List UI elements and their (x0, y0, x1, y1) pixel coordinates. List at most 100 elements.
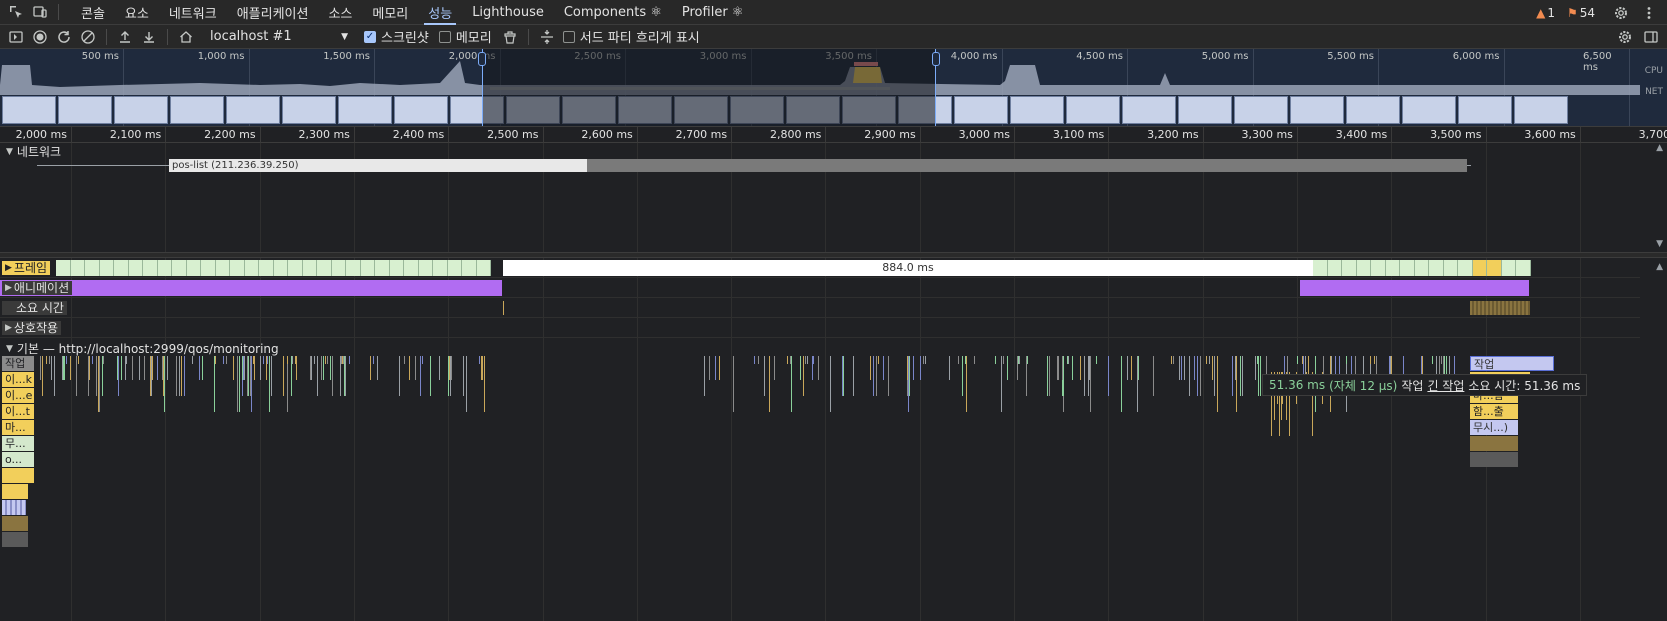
flame-task-sliver[interactable] (63, 356, 65, 380)
flame-task-sliver[interactable] (238, 356, 240, 412)
flame-task-sliver[interactable] (803, 356, 805, 396)
flame-task-sliver[interactable] (1199, 356, 1201, 396)
frame-cell[interactable] (259, 260, 274, 276)
flame-task-sliver[interactable] (757, 356, 759, 364)
flame-task-sliver[interactable] (398, 356, 400, 396)
screenshot-thumbnail[interactable] (1346, 96, 1400, 124)
flame-task-sliver[interactable] (791, 356, 793, 364)
flame-task-sliver[interactable] (1006, 356, 1008, 380)
flame-event[interactable]: 이...e (2, 388, 34, 403)
flame-task-sliver[interactable] (323, 356, 324, 380)
flame-task-sliver[interactable] (1173, 356, 1174, 364)
frame-cell[interactable] (389, 260, 404, 276)
flame-task-sliver[interactable] (804, 356, 806, 364)
flame-task-sliver[interactable] (247, 356, 248, 396)
tab-memory[interactable]: 메모리 (362, 0, 418, 25)
flame-task-sliver[interactable] (1089, 356, 1091, 380)
flame-task-sliver[interactable] (125, 356, 127, 364)
network-request-bar[interactable]: pos-list (211.236.39.250) (169, 159, 587, 172)
flame-task-sliver[interactable] (1255, 356, 1257, 380)
frame-cell[interactable] (186, 260, 201, 276)
issues-badge[interactable]: ⚑ 54 (1567, 6, 1595, 20)
flame-task-sliver[interactable] (250, 356, 252, 412)
selection-left-handle[interactable] (478, 52, 486, 66)
flame-task-sliver[interactable] (420, 356, 421, 396)
flame-task-sliver[interactable] (973, 356, 975, 364)
scroll-up-icon[interactable]: ▲ (1656, 262, 1663, 272)
flame-task-sliver[interactable] (237, 356, 239, 412)
frame-cell[interactable] (360, 260, 375, 276)
flame-task-sliver[interactable] (286, 356, 288, 364)
screenshot-thumbnail[interactable] (2, 96, 56, 124)
frame-cell[interactable] (433, 260, 448, 276)
flame-event[interactable]: 이...t (2, 404, 34, 419)
flame-task-sliver[interactable] (101, 356, 103, 380)
frame-cell[interactable] (143, 260, 158, 276)
flame-task-sliver[interactable] (75, 356, 77, 396)
flame-task-sliver[interactable] (118, 356, 120, 396)
flame-block[interactable] (2, 500, 26, 515)
flame-task-sliver[interactable] (1216, 356, 1218, 412)
flame-task-sliver[interactable] (369, 356, 371, 380)
flame-task-sliver[interactable] (1138, 356, 1140, 380)
flame-task-sliver[interactable] (1212, 356, 1214, 380)
frame-cell[interactable] (346, 260, 361, 276)
flame-task-sliver[interactable] (732, 356, 734, 412)
network-section-header[interactable]: ▼ 네트워크 (6, 143, 61, 160)
device-toolbar-icon[interactable] (28, 0, 52, 24)
flame-task-sliver[interactable] (1189, 356, 1190, 396)
flame-task-sliver[interactable] (325, 356, 326, 364)
flame-task-sliver[interactable] (69, 356, 71, 380)
flame-task-sliver[interactable] (1063, 356, 1065, 396)
flame-task-sliver[interactable] (1214, 356, 1216, 396)
flame-task-sliver[interactable] (966, 356, 967, 412)
tab-sources[interactable]: 소스 (318, 0, 362, 25)
flame-task-sliver[interactable] (282, 356, 284, 396)
flame-task-sliver[interactable] (1130, 356, 1132, 380)
warnings-badge[interactable]: ▲ 1 (1536, 6, 1555, 20)
tab-elements[interactable]: 요소 (115, 0, 159, 25)
flame-task-sliver[interactable] (121, 356, 123, 380)
flame-task-sliver[interactable] (87, 356, 89, 396)
record-button-icon[interactable] (28, 25, 52, 49)
flame-task-sliver[interactable] (268, 356, 270, 412)
flame-function[interactable]: 함...출 (1470, 404, 1518, 419)
screenshot-thumbnail[interactable] (1458, 96, 1512, 124)
scroll-up-icon[interactable]: ▲ (1656, 143, 1663, 153)
flame-task-sliver[interactable] (887, 356, 889, 396)
flame-task-sliver[interactable] (66, 356, 68, 364)
flame-task-sliver[interactable] (373, 356, 375, 364)
flame-task-sliver[interactable] (995, 356, 996, 364)
flame-task-sliver[interactable] (271, 356, 272, 396)
inspect-element-icon[interactable] (4, 0, 28, 24)
frame-cell[interactable] (215, 260, 230, 276)
flame-task-sliver[interactable] (139, 356, 140, 380)
frame-cell[interactable] (288, 260, 303, 276)
flame-task-sliver[interactable] (95, 356, 97, 396)
flame-task-sliver[interactable] (1068, 356, 1070, 364)
flame-task-sliver[interactable] (156, 356, 158, 380)
flame-task-sliver[interactable] (1257, 356, 1259, 396)
flame-task-sliver[interactable] (253, 356, 255, 380)
flame-task-sliver[interactable] (872, 356, 874, 396)
flame-task-sliver[interactable] (909, 356, 911, 396)
compress-tracks-icon[interactable] (535, 25, 559, 49)
flame-task-sliver[interactable] (1236, 356, 1238, 412)
flame-task-sliver[interactable] (183, 356, 185, 396)
flame-task-sliver[interactable] (1431, 356, 1433, 364)
flame-block[interactable] (2, 484, 28, 499)
screenshot-thumbnail[interactable] (1234, 96, 1288, 124)
flame-task-sliver[interactable] (243, 356, 245, 380)
toggle-sidebar-right-icon[interactable] (1639, 25, 1663, 49)
screenshot-thumbnail[interactable] (1178, 96, 1232, 124)
flame-task-sliver[interactable] (41, 356, 43, 396)
flame-block[interactable] (2, 468, 34, 483)
long-frame[interactable]: 884.0 ms (503, 260, 1313, 276)
flame-task-sliver[interactable] (958, 356, 960, 364)
flame-task-sliver[interactable] (852, 356, 854, 396)
tab-network[interactable]: 네트워크 (159, 0, 227, 25)
toggle-sidebar-icon[interactable] (4, 25, 28, 49)
flame-task-sliver[interactable] (320, 356, 322, 380)
flame-task-sliver[interactable] (311, 356, 313, 380)
flame-task-sliver[interactable] (151, 356, 153, 380)
